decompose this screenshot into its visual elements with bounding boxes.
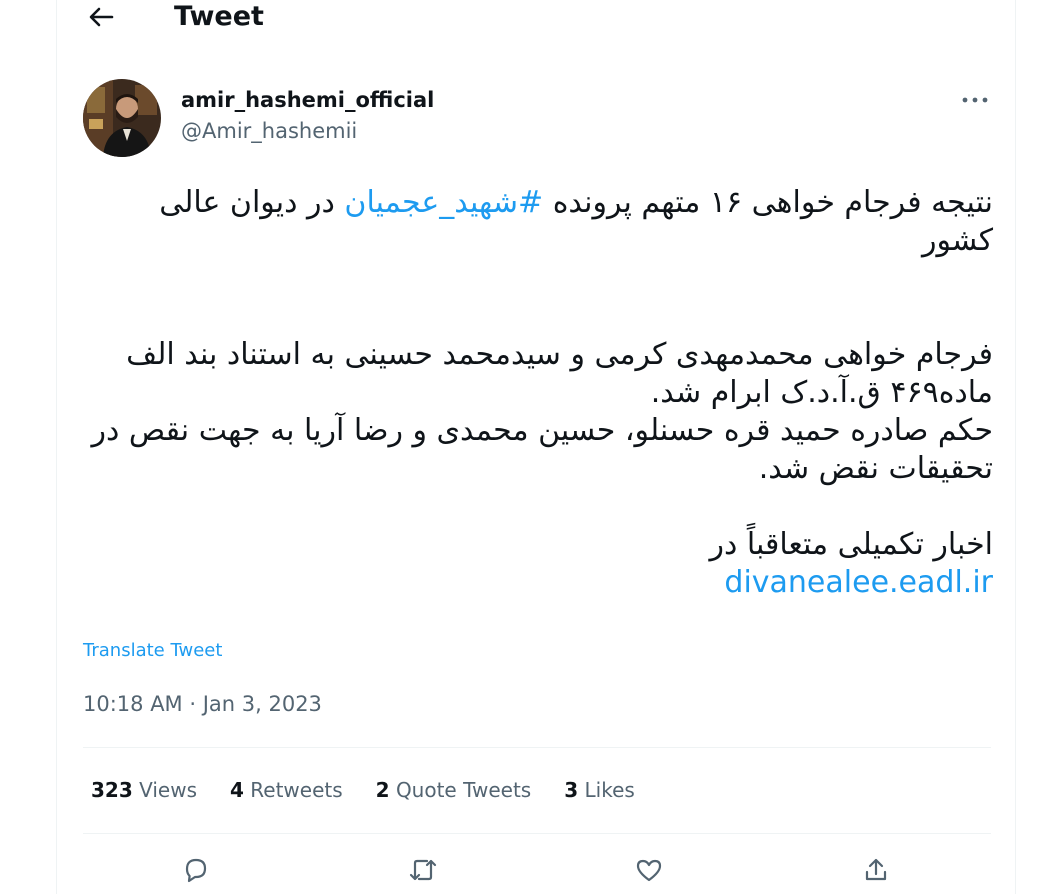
likes-stat[interactable]: 3 Likes xyxy=(564,775,635,805)
tweet-timestamp: 10:18 AM · Jan 3, 2023 xyxy=(83,690,322,718)
translate-tweet-link[interactable]: Translate Tweet xyxy=(83,639,222,663)
tweet-text-segment: نتیجه فرجام خواهی ۱۶ متهم پرونده xyxy=(543,185,993,220)
quote-tweets-label: Quote Tweets xyxy=(395,778,532,802)
page-header: Tweet xyxy=(57,0,1015,38)
divider xyxy=(83,833,991,834)
tweet-paragraph-1: نتیجه فرجام خواهی ۱۶ متهم پرونده #شهید_ع… xyxy=(83,184,993,260)
tweet-paragraph-4: اخبار تکمیلی متعاقباً در xyxy=(709,527,993,562)
reply-icon xyxy=(185,858,207,883)
author-handle[interactable]: @Amir_hashemii xyxy=(181,118,357,144)
tweet-paragraph-2: فرجام خواهی محمدمهدی کرمی و سیدمحمد حسین… xyxy=(126,337,993,410)
hashtag-link[interactable]: #شهید_عجمیان xyxy=(344,185,543,220)
back-button[interactable] xyxy=(85,2,117,32)
share-button[interactable] xyxy=(856,850,896,890)
tweet-detail-column: Tweet amir_hashemi_official @Amir_hashem… xyxy=(56,0,1016,894)
avatar[interactable] xyxy=(83,79,161,157)
views-count: 323 xyxy=(91,778,133,802)
tweet-text: نتیجه فرجام خواهی ۱۶ متهم پرونده #شهید_ع… xyxy=(83,184,994,602)
arrow-left-icon xyxy=(89,7,114,27)
retweets-count: 4 xyxy=(230,778,244,802)
retweets-label: Retweets xyxy=(250,778,343,802)
views-label: Views xyxy=(139,778,197,802)
retweet-icon xyxy=(409,859,437,881)
avatar-photo xyxy=(83,79,161,157)
page-title: Tweet xyxy=(174,1,264,32)
likes-label: Likes xyxy=(584,778,635,802)
more-options-button[interactable] xyxy=(953,86,997,114)
more-icon xyxy=(962,97,988,103)
likes-count: 3 xyxy=(564,778,579,802)
quote-tweets-stat[interactable]: 2 Quote Tweets xyxy=(376,775,532,805)
author-display-name[interactable]: amir_hashemi_official xyxy=(181,87,434,113)
quote-tweets-count: 2 xyxy=(375,778,390,802)
external-link[interactable]: divanealee.eadl.ir xyxy=(724,564,993,602)
tweet-paragraph-3: حکم صادره حمید قره حسنلو، حسین محمدی و ر… xyxy=(91,413,994,486)
retweet-button[interactable] xyxy=(403,850,443,890)
timestamp-separator: · xyxy=(182,692,203,716)
tweet-actions xyxy=(83,850,991,890)
divider xyxy=(83,747,991,748)
retweets-stat[interactable]: 4 Retweets xyxy=(230,775,343,805)
like-button[interactable] xyxy=(629,850,669,890)
heart-icon xyxy=(636,859,662,882)
timestamp-time[interactable]: 10:18 AM xyxy=(83,692,183,716)
reply-button[interactable] xyxy=(176,850,216,890)
tweet-stats: 323 Views 4 Retweets 2 Quote Tweets 3 Li… xyxy=(83,775,991,805)
timestamp-date[interactable]: Jan 3, 2023 xyxy=(203,692,322,716)
views-stat[interactable]: 323 Views xyxy=(91,775,197,805)
tweet-link-line: divanealee.eadl.ir xyxy=(83,564,993,602)
share-icon xyxy=(865,858,887,881)
